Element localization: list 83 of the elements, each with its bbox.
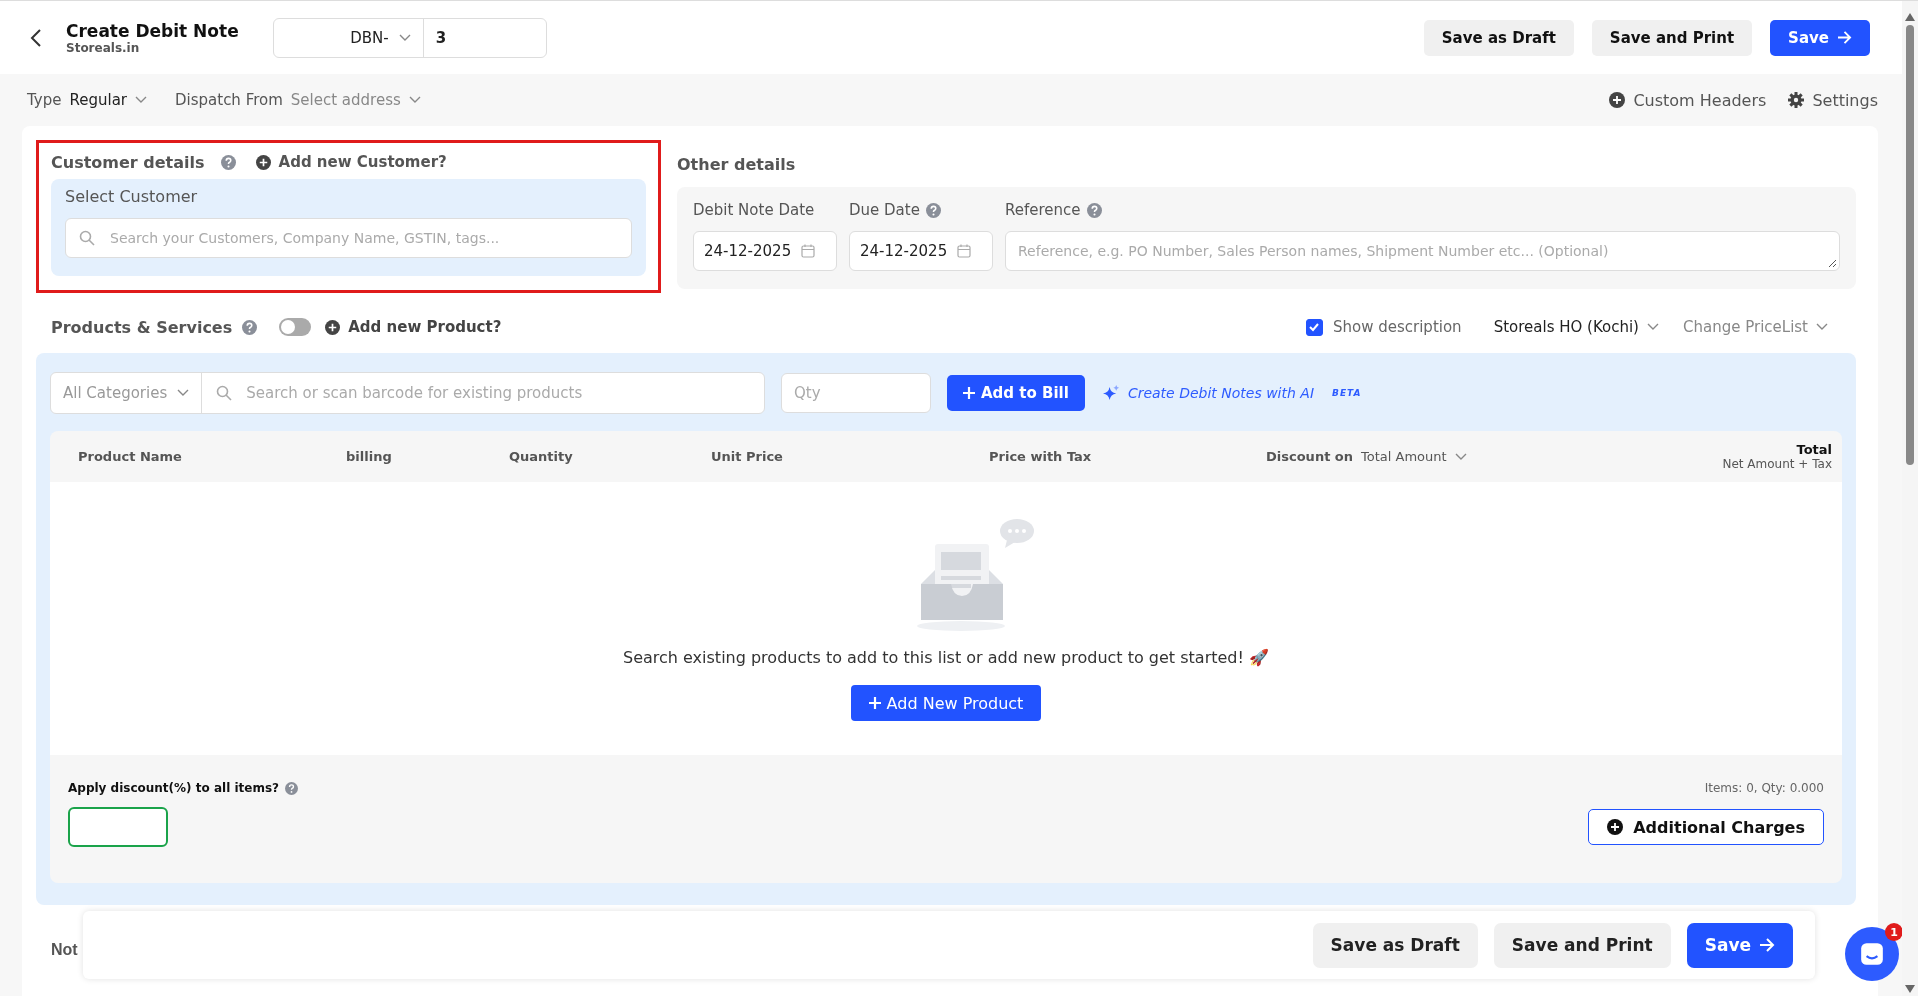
- additional-charges-button[interactable]: Additional Charges: [1588, 809, 1824, 845]
- chevron-icon: [1647, 323, 1659, 331]
- field-label: Select Customer: [65, 187, 199, 206]
- search-icon: [216, 385, 233, 401]
- ai-link[interactable]: Create Debit Notes with AI: [1127, 385, 1314, 401]
- date-field[interactable]: 24-12-2025: [693, 231, 837, 271]
- plus-circle-icon: [1609, 92, 1626, 108]
- reference-field[interactable]: Reference, e.g. PO Number, Sales Person names, Shipment Number etc... (Optional): [1005, 231, 1840, 271]
- help-icon: [242, 319, 258, 335]
- toggle-switch[interactable]: [279, 318, 312, 336]
- search-icon: [79, 230, 95, 246]
- warehouse-dropdown[interactable]: Storeals HO (Kochi): [1493, 318, 1659, 336]
- field-label: Reference: [1005, 201, 1081, 219]
- column-subheader: Net Amount + Tax: [1722, 457, 1832, 471]
- section-title: Customer details: [51, 152, 205, 172]
- column-header: Discount on: [1266, 449, 1354, 464]
- company-name: Storeals.in: [66, 40, 141, 55]
- product-search-field[interactable]: Search or scan barcode for existing products: [202, 373, 764, 413]
- field-label: Due Date: [849, 201, 920, 219]
- plus-circle-icon: [255, 154, 271, 170]
- beta-label: BETA: [1332, 388, 1362, 398]
- back-icon[interactable]: [30, 27, 42, 48]
- section-title: Other details: [677, 154, 796, 174]
- discount-label: Apply discount(%) to all items?: [68, 781, 280, 795]
- arrow-right-icon: [1759, 938, 1775, 952]
- column-header: Total: [1796, 442, 1832, 457]
- section-title: Products & Services: [51, 317, 233, 337]
- chevron-icon: [177, 389, 190, 397]
- chat-icon: [1859, 941, 1885, 967]
- chevron-icon: [408, 96, 421, 104]
- action-button[interactable]: Save as Draft: [1312, 922, 1478, 968]
- date-field[interactable]: 24-12-2025: [849, 231, 993, 271]
- calendar-icon: [801, 244, 816, 258]
- type-dropdown[interactable]: Regular: [69, 91, 147, 109]
- add-customer-link[interactable]: Add new Customer?: [255, 153, 447, 171]
- qty-field[interactable]: Qty: [781, 373, 931, 413]
- scrollbar-thumb[interactable]: [1906, 25, 1914, 465]
- customer-search-field[interactable]: Search your Customers, Company Name, GSTIN, tags...: [65, 218, 632, 258]
- pricelist-dropdown[interactable]: Change PriceList: [1683, 318, 1828, 336]
- type-label: Type: [27, 91, 62, 109]
- action-button[interactable]: Save and Print: [1591, 19, 1753, 56]
- plus-icon: [963, 387, 975, 399]
- section-title: Not: [51, 941, 78, 958]
- checkmark-icon: [1308, 321, 1321, 333]
- column-header: Product Name: [78, 449, 182, 464]
- add-new-product-button[interactable]: Add New Product: [850, 685, 1042, 721]
- settings-link[interactable]: Settings: [1788, 90, 1878, 110]
- chevron-icon: [1816, 323, 1828, 331]
- settings-icon: [1788, 92, 1805, 108]
- custom-headers-link[interactable]: Custom Headers: [1609, 90, 1767, 110]
- discount-field[interactable]: [68, 807, 168, 847]
- column-header: Unit Price: [711, 449, 783, 464]
- checkbox[interactable]: [1306, 318, 1323, 336]
- add-product-link[interactable]: Add new Product?: [325, 318, 502, 336]
- plus-circle-icon: [325, 319, 341, 335]
- notification-badge: 1: [1885, 923, 1903, 941]
- arrow-right-icon: [1837, 31, 1852, 44]
- save-button[interactable]: Save: [1686, 922, 1793, 968]
- scroll-up-icon[interactable]: [1905, 13, 1915, 21]
- resize-handle-icon: [1827, 258, 1837, 268]
- save-button[interactable]: Save: [1770, 19, 1870, 56]
- column-header: billing: [346, 449, 392, 464]
- checkbox-label: Show description: [1333, 318, 1462, 336]
- items-summary: Items: 0, Qty: 0.000: [1704, 781, 1824, 795]
- scroll-down-icon[interactable]: [1905, 985, 1915, 993]
- add-to-bill-button[interactable]: Add to Bill: [947, 375, 1085, 411]
- calendar-icon: [957, 244, 972, 258]
- empty-message: Search existing products to add to this list or add new product to get started! 🚀: [623, 648, 1269, 667]
- field-label: Debit Note Date: [693, 201, 815, 219]
- dispatch-label: Dispatch From: [175, 91, 283, 109]
- sparkle-icon: [1102, 384, 1120, 402]
- help-icon: [220, 154, 236, 170]
- plus-icon: [868, 697, 881, 709]
- page-title: Create Debit Note: [66, 20, 239, 41]
- column-header: Quantity: [509, 449, 573, 464]
- discount-type-dropdown[interactable]: Total Amount: [1361, 449, 1467, 464]
- column-header: Price with Tax: [989, 449, 1092, 464]
- chevron-icon: [135, 96, 147, 104]
- chevron-icon: [1454, 452, 1467, 461]
- plus-circle-icon: [1607, 819, 1624, 835]
- action-button[interactable]: Save as Draft: [1423, 19, 1574, 56]
- action-button[interactable]: Save and Print: [1493, 922, 1671, 968]
- help-icon: [285, 781, 299, 795]
